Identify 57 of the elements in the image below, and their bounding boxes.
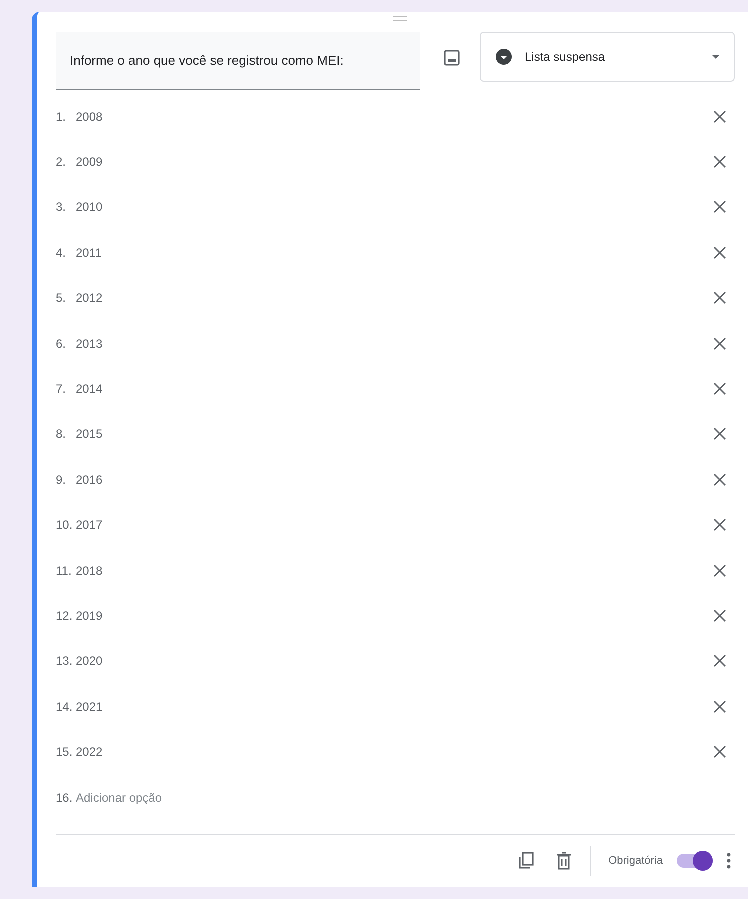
more-icon[interactable] (727, 853, 731, 869)
add-option-link[interactable]: Adicionar opção (76, 790, 162, 805)
close-icon[interactable] (713, 246, 727, 260)
radio-icon (495, 48, 513, 66)
option-number: 15. (56, 745, 72, 760)
option-field[interactable]: 2014 (76, 382, 103, 396)
option-number: 8. (56, 427, 68, 442)
close-icon[interactable] (713, 110, 727, 124)
option-number: 2. (56, 155, 68, 170)
option-number: 9. (56, 472, 68, 487)
required-label: Obrigatória (608, 855, 663, 867)
option-number: 4. (56, 246, 68, 260)
option-number: 3. (56, 200, 68, 214)
option-field[interactable]: 2016 (76, 472, 103, 487)
required-switch[interactable] (677, 854, 713, 868)
option-number: 7. (56, 382, 68, 396)
option-number: 10. (56, 518, 72, 532)
close-icon[interactable] (713, 382, 727, 396)
close-icon[interactable] (713, 700, 727, 714)
option-field[interactable]: 2018 (76, 564, 103, 578)
trash-icon[interactable] (556, 852, 572, 870)
option-field[interactable]: 2012 (76, 291, 103, 306)
close-icon[interactable] (713, 518, 727, 532)
option-number: 12. (56, 608, 72, 623)
close-icon[interactable] (713, 336, 727, 351)
close-icon[interactable] (713, 155, 727, 170)
option-number: 5. (56, 291, 68, 306)
option-field[interactable]: 2020 (76, 654, 103, 668)
close-icon[interactable] (713, 291, 727, 306)
option-number: 6. (56, 336, 68, 351)
option-field[interactable]: 2011 (76, 246, 102, 260)
option-number: 11. (56, 564, 72, 578)
option-number: 16. (56, 790, 72, 805)
close-icon[interactable] (713, 564, 727, 578)
close-icon[interactable] (713, 427, 727, 442)
option-field[interactable]: 2022 (76, 745, 103, 760)
question-field[interactable]: Informe o ano que você se registrou como MEI: (56, 32, 420, 90)
option-number: 1. (56, 110, 68, 124)
option-field[interactable]: 2017 (76, 518, 103, 532)
option-field[interactable]: 2015 (76, 427, 103, 442)
close-icon[interactable] (713, 654, 727, 668)
option-field[interactable]: 2019 (76, 608, 103, 623)
close-icon[interactable] (713, 608, 727, 623)
caret-icon (712, 55, 720, 59)
option-field[interactable]: 2013 (76, 336, 103, 351)
option-field[interactable]: 2010 (76, 200, 103, 214)
image-icon[interactable] (442, 48, 462, 68)
close-icon[interactable] (713, 472, 727, 487)
close-icon[interactable] (713, 745, 727, 760)
drag-handle-icon[interactable] (392, 16, 406, 22)
option-number: 14. (56, 700, 72, 714)
option-number: 13. (56, 654, 72, 668)
question-type-dropdown[interactable]: Lista suspensa (480, 32, 735, 82)
option-field[interactable]: 2008 (76, 110, 103, 124)
option-field[interactable]: 2009 (76, 155, 103, 170)
option-field[interactable]: 2021 (76, 700, 103, 714)
close-icon[interactable] (713, 200, 727, 214)
